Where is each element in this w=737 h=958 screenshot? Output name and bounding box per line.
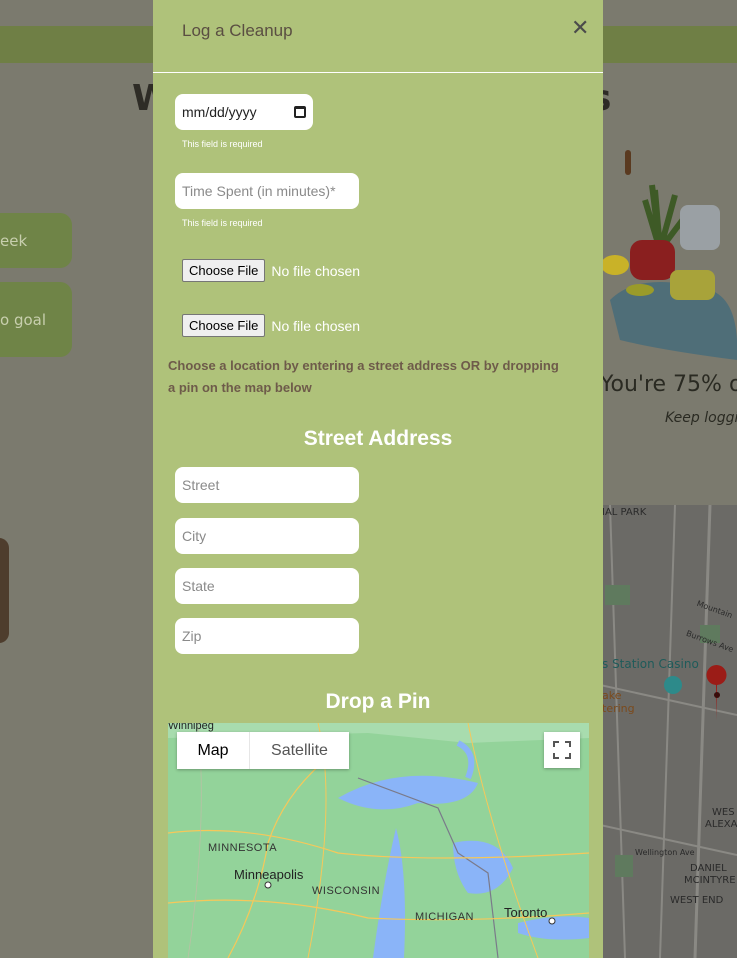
time-spent-input[interactable]: Time Spent (in minutes)*: [175, 173, 359, 209]
drop-pin-title: Drop a Pin: [325, 690, 431, 713]
trash-illustration: [601, 150, 737, 360]
background-map: IAL PARK s Station Casino ake tering WES…: [600, 505, 737, 958]
file-upload-2: Choose File No file chosen: [182, 314, 360, 337]
log-cleanup-modal: Log a Cleanup ✕ mm/dd/yyyy This field is…: [153, 0, 603, 958]
calendar-icon[interactable]: [294, 106, 306, 118]
background-keep-text: Keep loggin: [665, 410, 737, 426]
fullscreen-icon-glyph: [553, 741, 571, 759]
street-input[interactable]: Street: [175, 467, 359, 503]
map-label-minneapolis: Minneapolis: [234, 867, 304, 882]
map-option-button[interactable]: Map: [177, 732, 249, 769]
map-label-wellington: Wellington Ave: [635, 848, 695, 857]
time-required-message: This field is required: [182, 218, 263, 228]
map-label-wes: WES: [712, 807, 735, 818]
map-label-michigan: MICHIGAN: [415, 911, 474, 923]
fullscreen-icon[interactable]: [544, 732, 580, 768]
map-label-minnesota: MINNESOTA: [208, 842, 278, 854]
date-input-text: mm/dd/yyyy: [182, 104, 257, 120]
map-label-casino: s Station Casino: [602, 657, 699, 671]
map-label-west-end: WEST END: [670, 895, 724, 906]
background-progress-text: You're 75% o: [600, 372, 737, 397]
satellite-option-button[interactable]: Satellite: [249, 732, 349, 769]
map-label-rest-2: tering: [602, 702, 635, 715]
map-label-park: IAL PARK: [602, 507, 647, 518]
location-instructions: Choose a location by entering a street a…: [168, 358, 559, 395]
close-icon[interactable]: ✕: [571, 18, 591, 40]
street-address-title: Street Address: [303, 427, 453, 450]
zip-input[interactable]: Zip: [175, 618, 359, 654]
modal-title: Log a Cleanup: [182, 21, 293, 40]
map-label-daniel: DANIEL: [690, 863, 727, 874]
map-label-rest-1: ake: [602, 689, 622, 702]
drop-pin-map[interactable]: Winnipeg MINNESOTA Minneapolis WISCONSIN…: [168, 723, 589, 958]
choose-file-button-2[interactable]: Choose File: [182, 314, 266, 337]
map-label-winnipeg: Winnipeg: [168, 723, 214, 732]
date-input[interactable]: mm/dd/yyyy: [175, 94, 313, 130]
background-goal-button: o goal: [0, 282, 72, 357]
choose-file-button-1[interactable]: Choose File: [182, 259, 266, 282]
modal-header: Log a Cleanup ✕: [153, 0, 603, 73]
file-status-1: No file chosen: [271, 262, 361, 279]
city-input[interactable]: City: [175, 518, 359, 554]
background-brown-card: [0, 538, 9, 643]
date-required-message: This field is required: [182, 139, 263, 149]
file-status-2: No file chosen: [271, 317, 361, 334]
file-upload-1: Choose File No file chosen: [182, 259, 360, 282]
map-label-alexa: ALEXA: [705, 819, 737, 830]
background-map-roads: [600, 505, 737, 958]
state-input[interactable]: State: [175, 568, 359, 604]
background-week-button: eek: [0, 213, 72, 268]
map-type-toggle: Map Satellite: [177, 732, 349, 769]
map-label-wisconsin: WISCONSIN: [312, 885, 381, 897]
map-label-mcintyre: MCINTYRE: [684, 875, 736, 886]
map-label-toronto: Toronto: [504, 905, 548, 920]
